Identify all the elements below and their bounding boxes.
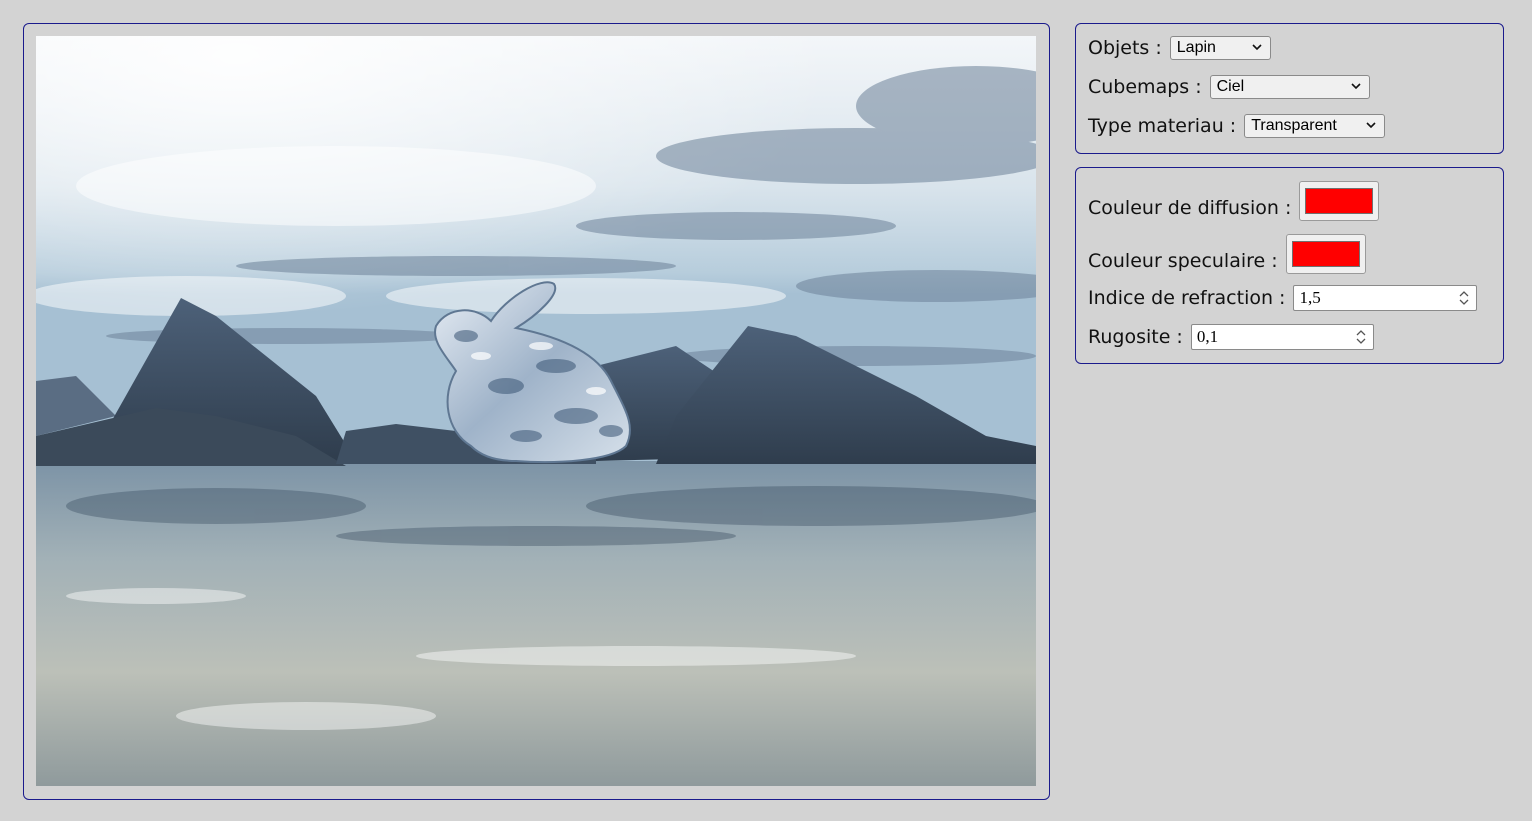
roughness-label: Rugosite :: [1088, 326, 1183, 348]
specular-label: Couleur speculaire :: [1088, 250, 1278, 272]
material-type-label: Type materiau :: [1088, 115, 1237, 137]
specular-row: Couleur speculaire :: [1088, 234, 1366, 274]
chevron-down-icon: [1351, 83, 1361, 90]
object-row: Objets : Lapin: [1088, 36, 1271, 60]
chevron-down-icon: [1366, 122, 1376, 129]
cubemap-select-value: Ciel: [1216, 78, 1245, 95]
cubemap-row: Cubemaps : Ciel: [1088, 75, 1370, 99]
refraction-value: 1,5: [1299, 288, 1321, 307]
refraction-row: Indice de refraction : 1,5: [1088, 285, 1478, 311]
roughness-value: 0,1: [1196, 327, 1219, 346]
cubemap-label: Cubemaps :: [1088, 76, 1202, 98]
diffuse-label: Couleur de diffusion :: [1088, 197, 1292, 219]
rendered-scene: [36, 36, 1036, 786]
spinner-arrows-icon[interactable]: [1458, 289, 1470, 307]
material-type-select-value: Transparent: [1251, 117, 1337, 134]
scene-settings-panel: Objets : Lapin Cubemaps : Ciel Type mate…: [1075, 23, 1504, 154]
diffuse-color-picker[interactable]: [1299, 181, 1380, 221]
spinner-arrows-icon[interactable]: [1355, 328, 1367, 346]
cubemap-select[interactable]: Ciel: [1209, 75, 1370, 99]
chevron-down-icon: [1252, 44, 1262, 51]
material-settings-panel: Couleur de diffusion : Couleur speculair…: [1075, 167, 1504, 364]
roughness-input[interactable]: 0,1: [1190, 324, 1374, 350]
diffuse-color-swatch: [1305, 188, 1374, 214]
object-select[interactable]: Lapin: [1169, 36, 1271, 60]
object-label: Objets :: [1088, 37, 1162, 59]
object-select-value: Lapin: [1176, 39, 1216, 56]
diffuse-row: Couleur de diffusion :: [1088, 181, 1380, 221]
viewport-frame: [23, 23, 1050, 800]
roughness-row: Rugosite : 0,1: [1088, 324, 1374, 350]
webgl-canvas[interactable]: [36, 36, 1036, 786]
material-type-select[interactable]: Transparent: [1244, 114, 1386, 138]
specular-color-picker[interactable]: [1285, 234, 1366, 274]
specular-color-swatch: [1291, 241, 1360, 267]
refraction-label: Indice de refraction :: [1088, 287, 1286, 309]
refraction-input[interactable]: 1,5: [1293, 285, 1478, 311]
material-type-row: Type materiau : Transparent: [1088, 114, 1386, 138]
